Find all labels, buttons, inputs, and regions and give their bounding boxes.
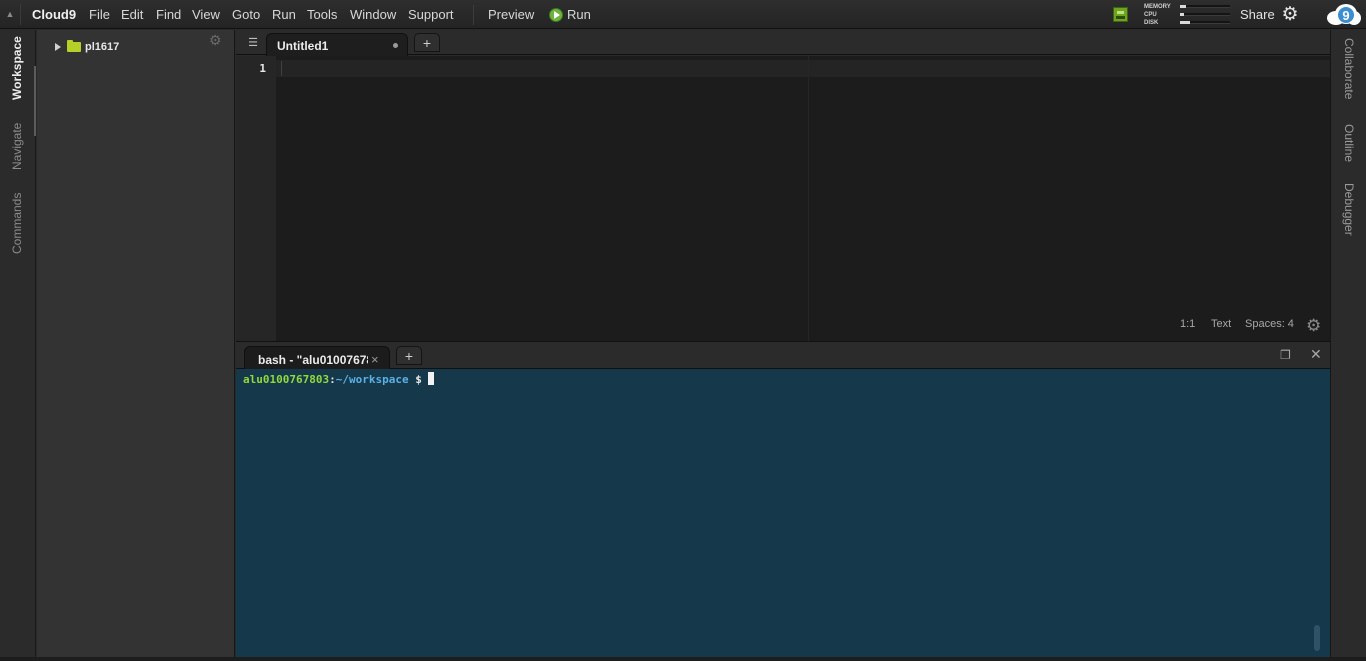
- tab-workspace[interactable]: Workspace: [0, 36, 36, 102]
- syntax-mode[interactable]: Text: [1211, 318, 1231, 330]
- memory-label: MEMORY: [1144, 4, 1171, 10]
- code-editor[interactable]: 1:1 Text Spaces: 4 ⚙: [276, 56, 1330, 341]
- share-button[interactable]: Share: [1240, 0, 1275, 29]
- add-terminal-tab-button[interactable]: +: [396, 346, 422, 365]
- editor-tab-bar: ☰ Untitled1 +: [236, 30, 1330, 56]
- print-margin: [808, 56, 809, 341]
- menu-view[interactable]: View: [192, 0, 220, 29]
- cloud9-ide: ▲ Cloud9 File Edit Find View Goto Run To…: [0, 0, 1366, 661]
- collapse-menu-icon[interactable]: ▲: [0, 0, 20, 29]
- line-number: 1: [259, 62, 266, 75]
- menu-window[interactable]: Window: [350, 0, 396, 29]
- expand-arrow-icon[interactable]: [55, 43, 61, 51]
- cursor-position[interactable]: 1:1: [1180, 318, 1195, 330]
- menu-run[interactable]: Run: [272, 0, 296, 29]
- memory-meter-fill: [1180, 5, 1186, 8]
- run-play-icon[interactable]: [549, 8, 563, 22]
- terminal-scrollbar[interactable]: [1314, 625, 1320, 651]
- menu-separator: [20, 4, 21, 25]
- editor-settings-gear-icon[interactable]: ⚙: [1306, 316, 1321, 336]
- disk-meter: [1180, 21, 1230, 24]
- tab-label: Untitled1: [277, 39, 329, 53]
- cloud9-logo-text: 9: [1342, 8, 1349, 23]
- disk-label: DISK: [1144, 20, 1159, 26]
- menu-tools[interactable]: Tools: [307, 0, 337, 29]
- line-number-gutter: 1: [236, 56, 276, 341]
- tab-outline[interactable]: Outline: [1331, 124, 1366, 172]
- settings-gear-icon[interactable]: ⚙: [1280, 5, 1300, 25]
- unsaved-dot-icon[interactable]: [393, 43, 398, 48]
- tab-debugger-label: Debugger: [1342, 183, 1356, 236]
- close-icon[interactable]: ×: [371, 352, 379, 367]
- menu-goto[interactable]: Goto: [232, 0, 260, 29]
- tab-untitled1[interactable]: Untitled1: [266, 33, 408, 56]
- cpu-meter-fill: [1180, 13, 1184, 16]
- tab-workspace-label: Workspace: [10, 36, 24, 100]
- indent-setting[interactable]: Spaces: 4: [1245, 318, 1294, 330]
- tab-outline-label: Outline: [1342, 124, 1356, 163]
- prompt-path: ~/workspace: [335, 373, 409, 386]
- tab-collaborate[interactable]: Collaborate: [1331, 38, 1366, 114]
- right-side-rail: Collaborate Outline Debugger: [1330, 30, 1366, 661]
- left-side-rail: Workspace Navigate Commands: [0, 30, 36, 661]
- menu-file[interactable]: File: [89, 0, 110, 29]
- tab-navigate-label: Navigate: [10, 122, 24, 170]
- terminal-prompt: alu0100767803:~/workspace $: [243, 372, 434, 386]
- restore-panel-icon[interactable]: ❐: [1280, 348, 1291, 362]
- active-line-highlight: [276, 60, 1330, 77]
- tab-bash-terminal[interactable]: bash - "alu0100767803" ×: [244, 346, 390, 370]
- prompt-separator: :: [329, 373, 336, 386]
- terminal-tab-bar: bash - "alu0100767803" × + ❐ ✕: [236, 341, 1330, 370]
- tab-collaborate-label: Collaborate: [1342, 38, 1356, 100]
- menu-find[interactable]: Find: [156, 0, 181, 29]
- memory-meter: [1180, 5, 1230, 8]
- terminal-console[interactable]: alu0100767803:~/workspace $: [236, 369, 1330, 661]
- tab-commands-label: Commands: [10, 192, 24, 254]
- add-tab-button[interactable]: +: [414, 33, 440, 52]
- preview-button[interactable]: Preview: [488, 0, 534, 29]
- menu-cloud9[interactable]: Cloud9: [32, 0, 76, 29]
- tab-debugger[interactable]: Debugger: [1331, 183, 1366, 243]
- prompt-sign: $: [415, 373, 422, 386]
- cpu-label: CPU: [1144, 12, 1157, 18]
- workspace-tree-panel: ⚙ pl1617: [37, 30, 235, 661]
- terminal-cursor: [427, 372, 434, 385]
- menu-edit[interactable]: Edit: [121, 0, 143, 29]
- user-avatar[interactable]: [1113, 7, 1128, 22]
- tree-settings-gear-icon[interactable]: ⚙: [209, 32, 222, 49]
- disk-meter-fill: [1180, 21, 1190, 24]
- tab-navigate[interactable]: Navigate: [0, 118, 36, 174]
- terminal-tab-label: bash - "alu0100767803": [258, 353, 368, 367]
- close-panel-icon[interactable]: ✕: [1310, 346, 1322, 363]
- cpu-meter: [1180, 13, 1230, 16]
- text-cursor: [281, 61, 282, 76]
- run-button[interactable]: Run: [567, 0, 591, 29]
- menu-divider: [473, 5, 474, 25]
- tree-item-label: pl1617: [85, 41, 120, 53]
- menu-bar: ▲ Cloud9 File Edit Find View Goto Run To…: [0, 0, 1366, 29]
- menu-support[interactable]: Support: [408, 0, 454, 29]
- prompt-user: alu0100767803: [243, 373, 330, 386]
- active-tab-indicator: [34, 66, 36, 136]
- cloud9-logo-icon[interactable]: 9: [1326, 3, 1362, 27]
- tab-list-icon[interactable]: ☰: [242, 35, 264, 52]
- bottom-edge: [0, 657, 1366, 661]
- tab-commands[interactable]: Commands: [0, 188, 36, 256]
- folder-icon: [67, 40, 81, 52]
